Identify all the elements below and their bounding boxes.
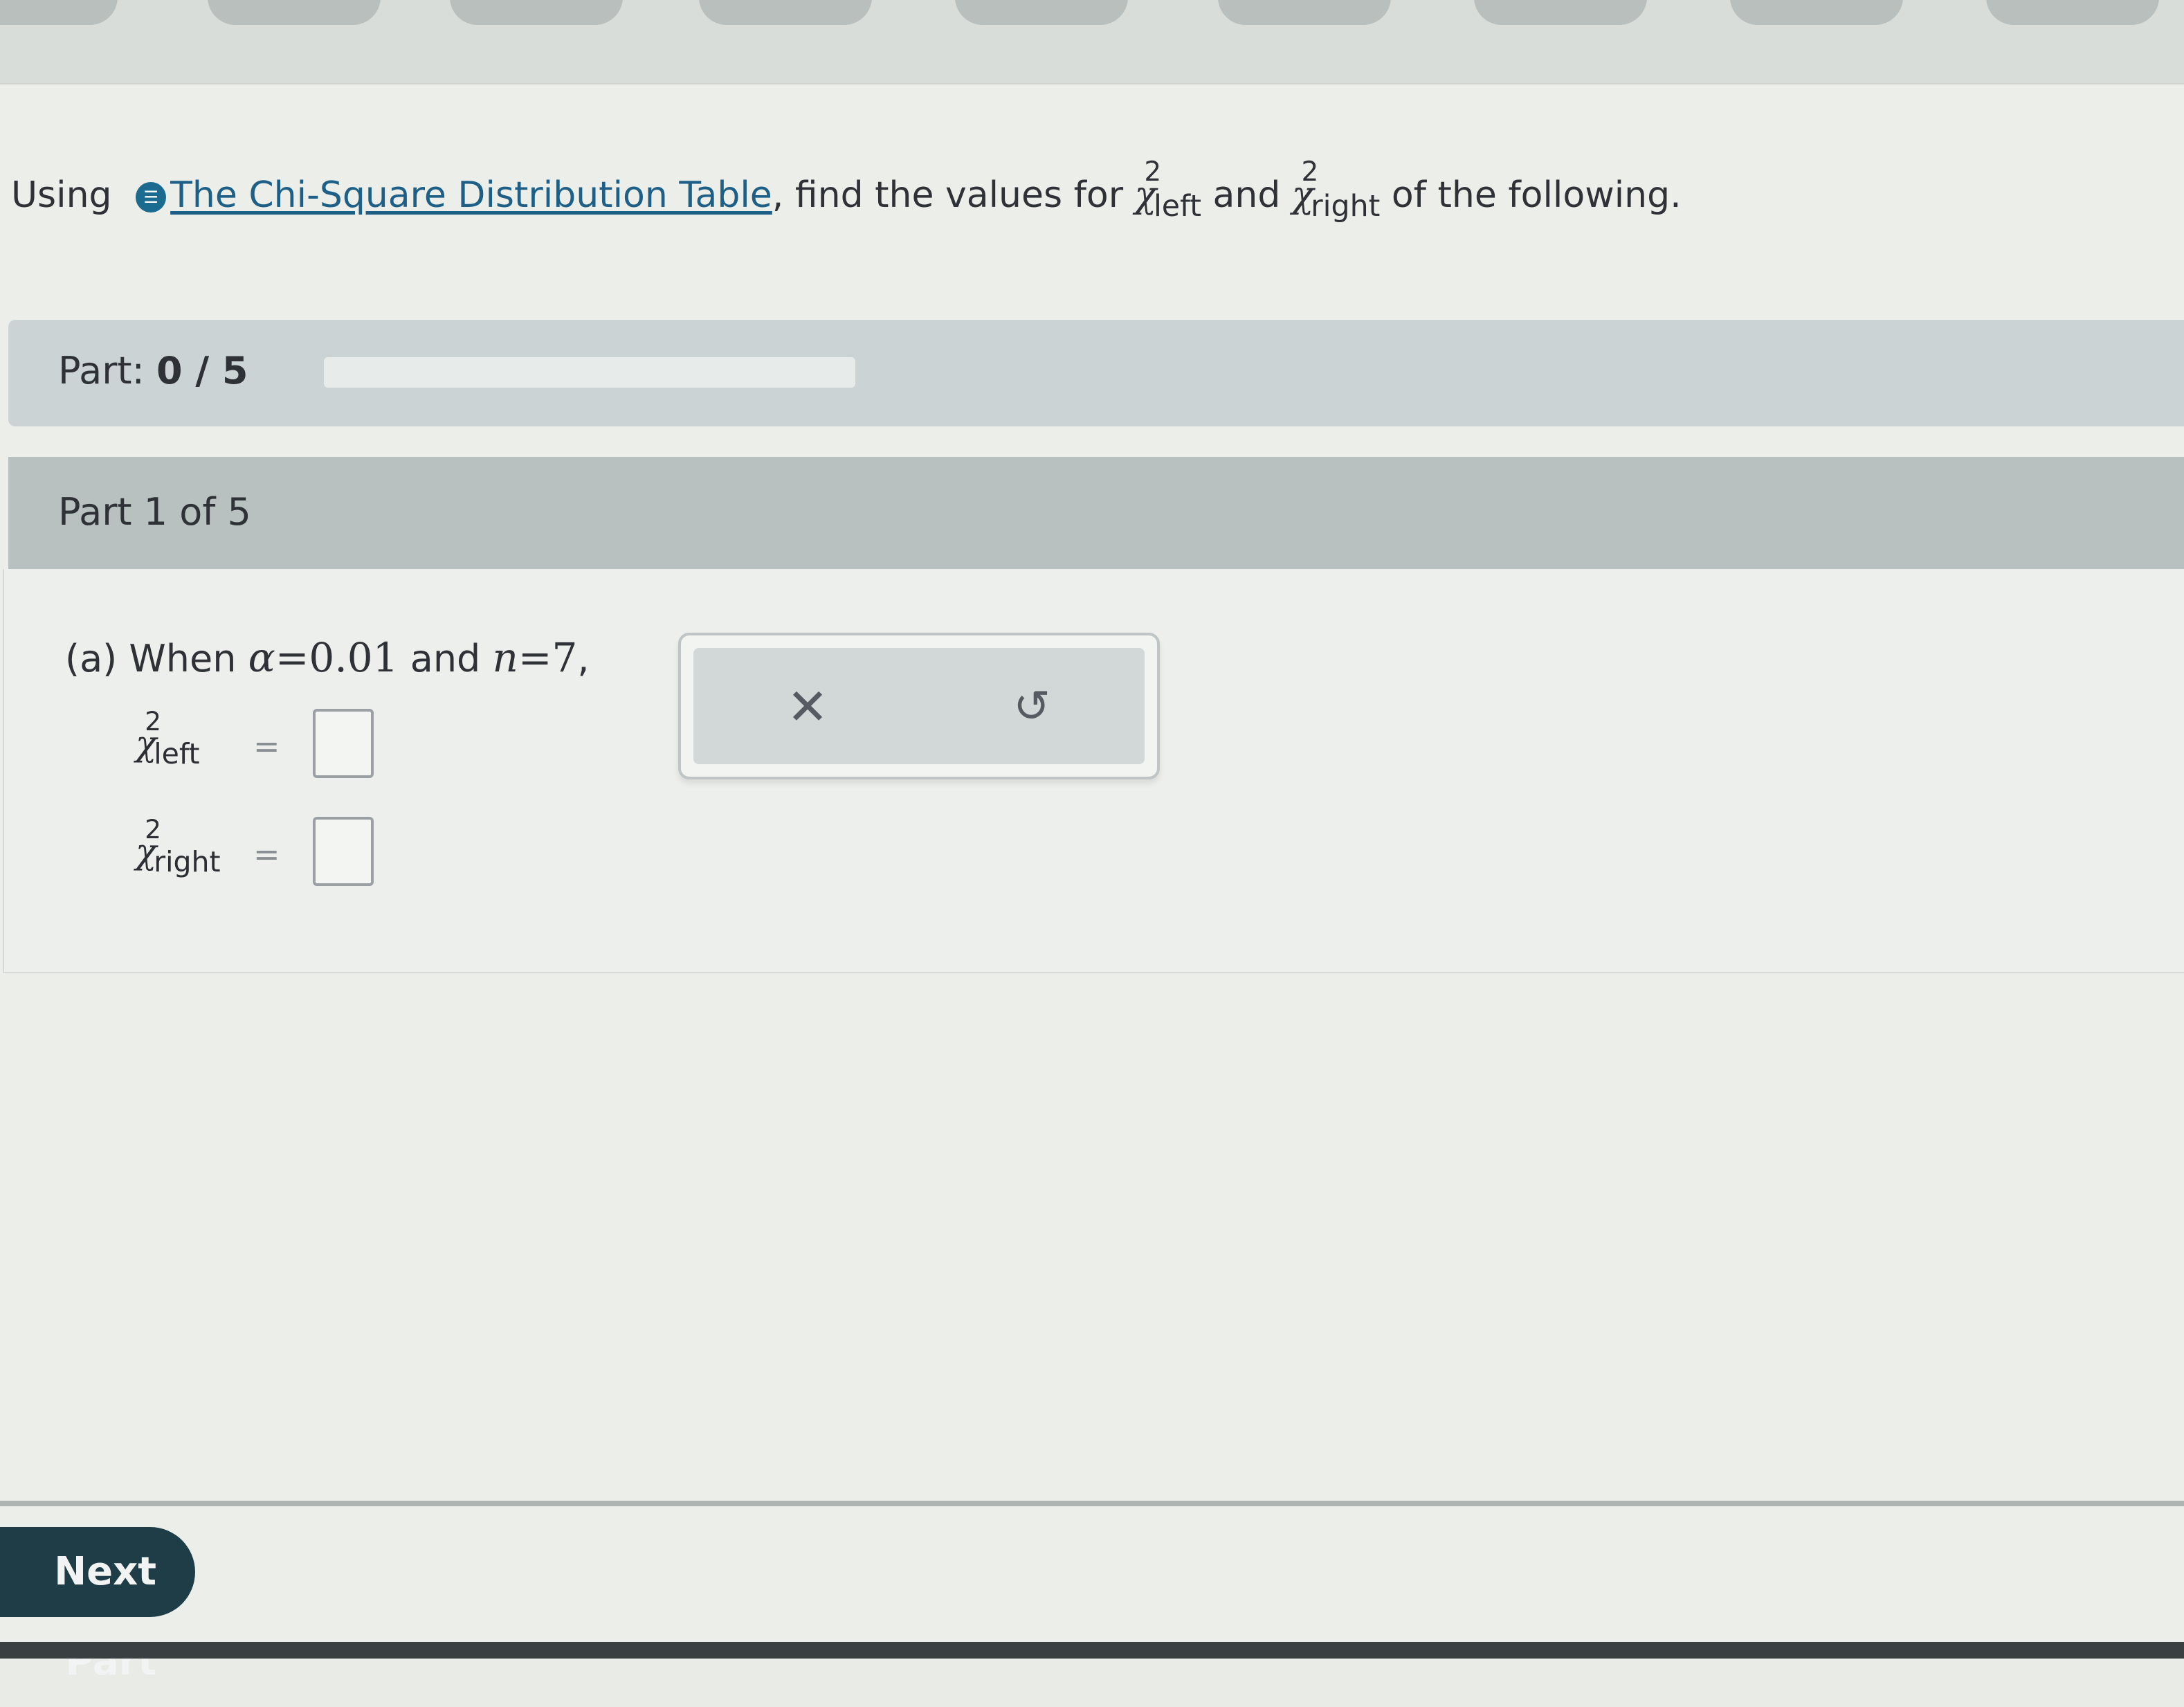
answer-row-chi-right: χ 2 right = <box>136 814 374 886</box>
top-tab[interactable] <box>699 0 872 25</box>
part-progress-bar: Part: 0 / 5 <box>8 320 2184 426</box>
part-header: Part 1 of 5 <box>8 457 2184 569</box>
clear-icon[interactable]: ✕ <box>776 676 839 738</box>
chi-left-label: χ 2 left <box>136 706 200 771</box>
bottom-edge <box>0 1642 2184 1659</box>
chi-left-input[interactable] <box>313 709 374 778</box>
progress-track <box>324 357 855 388</box>
instruction-middle: , find the values for <box>772 174 1124 216</box>
top-tab[interactable] <box>1474 0 1647 25</box>
top-tab-strip <box>0 0 2184 84</box>
question-text: (a) When α=0.01 and n=7, <box>65 634 590 681</box>
chi-square-table-link[interactable]: The Chi-Square Distribution Table <box>170 174 772 216</box>
chi-right-symbol: χ 2 right <box>1291 156 1381 224</box>
instruction-prefix: Using <box>11 174 112 216</box>
equals-sign: = <box>253 728 280 765</box>
n-symbol: n <box>492 634 518 681</box>
instruction-suffix: of the following. <box>1391 174 1682 216</box>
top-tab[interactable] <box>955 0 1128 25</box>
top-tab[interactable] <box>208 0 381 25</box>
top-tab[interactable] <box>0 0 118 25</box>
alpha-value: 0.01 <box>309 634 399 681</box>
top-tab[interactable] <box>1218 0 1391 25</box>
part-header-label: Part 1 of 5 <box>58 490 251 534</box>
tool-panel-inner: ✕ ↺ <box>693 648 1145 764</box>
info-icon[interactable]: ☰ <box>136 182 167 213</box>
answer-row-chi-left: χ 2 left = <box>136 706 374 778</box>
next-part-button[interactable]: Next Part <box>0 1527 195 1684</box>
alpha-symbol: α <box>248 634 275 681</box>
footer-divider <box>0 1501 2184 1506</box>
equals-sign: = <box>253 836 280 873</box>
n-value: 7 <box>552 634 578 681</box>
top-tab[interactable] <box>450 0 623 25</box>
chi-left-symbol: χ 2 left <box>1134 156 1201 224</box>
instruction-and: and <box>1212 174 1281 216</box>
part-progress-label: Part: 0 / 5 <box>58 349 248 392</box>
chi-right-input[interactable] <box>313 817 374 886</box>
top-tab[interactable] <box>1730 0 1903 25</box>
top-tab[interactable] <box>1986 0 2159 25</box>
part-progress-value: 0 / 5 <box>156 349 248 392</box>
undo-icon[interactable]: ↺ <box>1001 676 1063 738</box>
chi-right-label: χ 2 right <box>136 814 221 879</box>
instruction-text: Using ☰ The Chi-Square Distribution Table… <box>11 156 1682 224</box>
answer-tool-panel: ✕ ↺ <box>678 633 1160 779</box>
